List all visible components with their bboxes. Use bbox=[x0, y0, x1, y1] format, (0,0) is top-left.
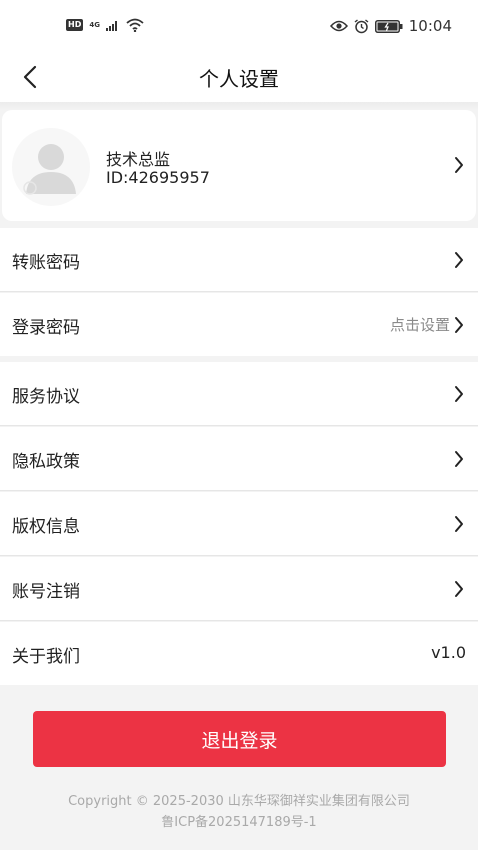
chevron-right-icon bbox=[455, 581, 463, 597]
setting-row-about-us[interactable]: 关于我们 v1.0 bbox=[0, 622, 478, 685]
version-value: v1.0 bbox=[431, 643, 466, 662]
footer-icp[interactable]: 鲁ICP备2025147189号-1 bbox=[0, 811, 478, 830]
status-left: HD 4G bbox=[66, 18, 144, 32]
setting-label: 服务协议 bbox=[12, 387, 80, 407]
chevron-right-icon bbox=[455, 386, 463, 402]
setting-row-service-agreement[interactable]: 服务协议 bbox=[0, 362, 478, 425]
setting-row-privacy-policy[interactable]: 隐私政策 bbox=[0, 427, 478, 490]
nav-divider bbox=[0, 102, 478, 110]
network-type: 4G bbox=[89, 20, 100, 29]
page-title: 个人设置 bbox=[199, 67, 279, 91]
alarm-icon bbox=[354, 18, 369, 33]
setting-label: 版权信息 bbox=[12, 517, 80, 537]
profile-id: ID:42695957 bbox=[106, 168, 210, 187]
signal-icon bbox=[105, 21, 117, 31]
setting-hint: 点击设置 bbox=[389, 316, 450, 334]
setting-row-copyright-info[interactable]: 版权信息 bbox=[0, 492, 478, 555]
setting-row-transfer-password[interactable]: 转账密码 bbox=[0, 228, 478, 291]
setting-row-login-password[interactable]: 登录密码 点击设置 bbox=[0, 293, 478, 356]
status-time: 10:04 bbox=[408, 17, 452, 35]
footer-copyright: Copyright © 2025-2030 山东华琛御祥实业集团有限公司 bbox=[68, 794, 410, 809]
wifi-icon bbox=[126, 18, 144, 32]
status-bar: HD 4G 10:04 bbox=[0, 0, 478, 52]
user-placeholder-icon bbox=[23, 144, 76, 195]
chevron-right-icon bbox=[455, 157, 463, 173]
avatar bbox=[12, 128, 90, 206]
hd-badge: HD bbox=[66, 19, 84, 31]
divider bbox=[0, 555, 478, 556]
chevron-right-icon bbox=[455, 252, 463, 268]
divider bbox=[0, 291, 478, 292]
nav-bar: 个人设置 bbox=[0, 52, 478, 102]
chevron-right-icon bbox=[455, 516, 463, 532]
divider bbox=[0, 620, 478, 621]
setting-label: 隐私政策 bbox=[12, 452, 80, 472]
eye-icon bbox=[329, 20, 348, 32]
chevron-right-icon bbox=[455, 317, 463, 333]
setting-label: 关于我们 bbox=[12, 647, 80, 667]
setting-label: 账号注销 bbox=[12, 582, 80, 602]
setting-row-account-deletion[interactable]: 账号注销 bbox=[0, 557, 478, 620]
setting-label: 转账密码 bbox=[12, 253, 80, 273]
battery-icon bbox=[374, 19, 403, 33]
setting-label: 登录密码 bbox=[12, 318, 80, 338]
chevron-right-icon bbox=[455, 451, 463, 467]
divider bbox=[0, 425, 478, 426]
status-right: 10:04 bbox=[329, 17, 452, 35]
profile-card[interactable]: 技术总监 ID:42695957 bbox=[2, 110, 476, 221]
divider bbox=[0, 490, 478, 491]
logout-button[interactable]: 退出登录 bbox=[33, 711, 446, 767]
profile-name: 技术总监 bbox=[106, 150, 171, 169]
